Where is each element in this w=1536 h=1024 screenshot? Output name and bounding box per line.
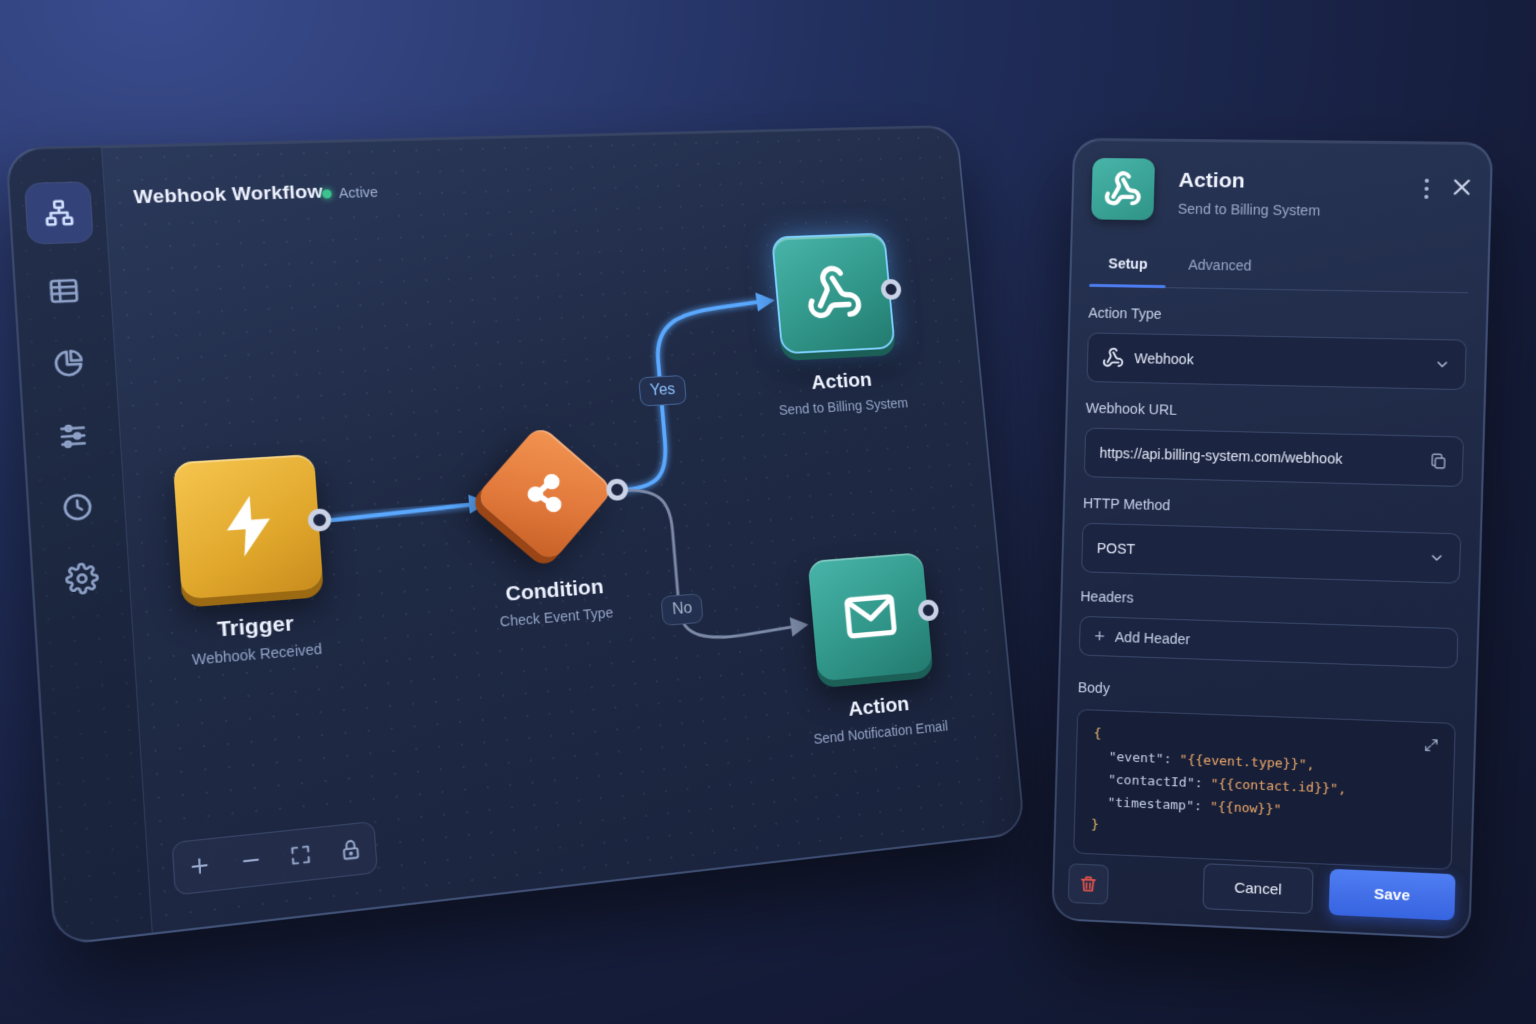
delete-node-button[interactable] [1067,863,1109,905]
http-method-select[interactable]: POST [1081,522,1462,584]
http-method-label: HTTP Method [1082,494,1171,514]
plus-icon: + [1094,625,1106,646]
body-value: "{{now}}" [1209,799,1282,818]
webhook-url-label: Webhook URL [1085,399,1178,418]
webhook-icon [1103,170,1142,208]
chevron-down-icon [1428,550,1445,567]
http-method-value: POST [1096,539,1136,557]
body-value: "{{event.type}}", [1179,752,1315,773]
webhook-url-value: https://api.billing-system.com/webhook [1099,444,1343,467]
more-options-button[interactable] [1419,174,1434,204]
add-header-label: Add Header [1114,628,1191,648]
save-button[interactable]: Save [1328,868,1456,921]
node-properties-panel: Action Send to Billing System Setup Adva… [1051,137,1494,940]
webhook-url-input[interactable]: https://api.billing-system.com/webhook [1083,427,1465,487]
webhook-icon [1102,347,1125,369]
body-editor[interactable]: { "event": "{{event.type}}", "contactId"… [1073,708,1456,871]
body-close-brace: } [1090,817,1100,833]
headers-label: Headers [1080,588,1134,606]
panel-tabs: Setup Advanced [1089,243,1470,294]
add-header-button[interactable]: + Add Header [1078,615,1459,669]
trash-icon [1078,874,1099,895]
close-panel-button[interactable] [1448,174,1476,201]
action-type-value: Webhook [1134,350,1194,368]
tab-advanced[interactable]: Advanced [1188,257,1252,274]
body-open-brace: { [1093,726,1102,742]
body-value: "{{contact.id}}", [1210,776,1347,798]
more-vertical-icon [1424,178,1429,183]
body-key: "event" [1108,749,1164,767]
body-key: "timestamp" [1107,795,1195,814]
action-type-label: Action Type [1088,304,1162,322]
copy-icon[interactable] [1429,452,1448,471]
panel-subtitle: Send to Billing System [1177,200,1321,219]
expand-icon[interactable] [1423,737,1440,754]
panel-title: Action [1178,168,1246,193]
close-icon [1448,174,1476,201]
body-key: "contactId" [1107,772,1195,792]
tab-setup[interactable]: Setup [1090,255,1167,272]
cancel-button[interactable]: Cancel [1202,863,1314,915]
action-type-select[interactable]: Webhook [1086,332,1467,391]
panel-node-icon [1091,157,1156,221]
chevron-down-icon [1434,356,1451,372]
body-label: Body [1077,679,1111,697]
